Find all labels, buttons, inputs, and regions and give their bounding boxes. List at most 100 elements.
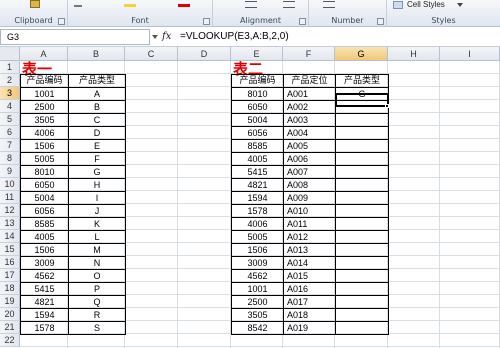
table2-cell[interactable]: A001 bbox=[283, 87, 336, 101]
table1-cell[interactable]: 5004 bbox=[20, 191, 69, 205]
row-header-22[interactable]: 22 bbox=[0, 334, 20, 347]
table2-cell[interactable]: A012 bbox=[283, 230, 336, 244]
table1-cell[interactable]: J bbox=[68, 204, 126, 218]
row-header-12[interactable]: 12 bbox=[0, 204, 20, 217]
name-box-chevron-icon[interactable] bbox=[152, 35, 158, 39]
table1-cell[interactable]: M bbox=[68, 243, 126, 257]
table2-cell[interactable]: A013 bbox=[283, 243, 336, 257]
table1-cell[interactable]: R bbox=[68, 308, 126, 322]
table2-cell[interactable]: A010 bbox=[283, 204, 336, 218]
table2-cell[interactable]: 6050 bbox=[231, 100, 284, 114]
table2-cell[interactable]: 3009 bbox=[231, 256, 284, 270]
table2-cell[interactable]: A015 bbox=[283, 269, 336, 283]
table2-cell[interactable] bbox=[335, 256, 389, 270]
table2-cell[interactable]: 4006 bbox=[231, 217, 284, 231]
name-box[interactable]: G3 bbox=[0, 29, 150, 45]
column-header-e[interactable]: E bbox=[231, 47, 283, 61]
table2-header-cell[interactable]: 产品定位 bbox=[283, 74, 336, 88]
table2-cell[interactable]: 1594 bbox=[231, 191, 284, 205]
table1-cell[interactable]: 4006 bbox=[20, 126, 69, 140]
table1-cell[interactable]: K bbox=[68, 217, 126, 231]
row-header-1[interactable]: 1 bbox=[0, 61, 20, 74]
table2-cell[interactable]: 4562 bbox=[231, 269, 284, 283]
indent-icon[interactable] bbox=[283, 1, 295, 8]
fill-handle[interactable] bbox=[385, 104, 389, 108]
table1-header-cell[interactable]: 产品编码 bbox=[20, 74, 69, 88]
table1-cell[interactable]: G bbox=[68, 165, 126, 179]
table2-cell[interactable]: A003 bbox=[283, 113, 336, 127]
row-header-21[interactable]: 21 bbox=[0, 321, 20, 334]
table1-cell[interactable]: I bbox=[68, 191, 126, 205]
alignment-launcher-icon[interactable] bbox=[299, 18, 306, 25]
formula-input[interactable]: =VLOOKUP(E3,A:B,2,0) bbox=[180, 30, 289, 44]
cell-styles-button[interactable]: Cell Styles bbox=[407, 0, 445, 9]
table2-cell[interactable] bbox=[335, 217, 389, 231]
table2-header-cell[interactable]: 产品编码 bbox=[231, 74, 284, 88]
cell-styles-icon[interactable] bbox=[393, 1, 403, 9]
align-icon[interactable] bbox=[245, 1, 257, 8]
table1-cell[interactable]: P bbox=[68, 282, 126, 296]
table1-header-cell[interactable]: 产品类型 bbox=[68, 74, 126, 88]
row-header-4[interactable]: 4 bbox=[0, 100, 20, 113]
table2-cell[interactable]: A014 bbox=[283, 256, 336, 270]
table2-cell[interactable]: A007 bbox=[283, 165, 336, 179]
table2-cell[interactable]: 5005 bbox=[231, 230, 284, 244]
table2-cell[interactable]: A011 bbox=[283, 217, 336, 231]
column-header-d[interactable]: D bbox=[178, 47, 231, 61]
row-header-10[interactable]: 10 bbox=[0, 178, 20, 191]
row-header-14[interactable]: 14 bbox=[0, 230, 20, 243]
table2-cell[interactable]: A018 bbox=[283, 308, 336, 322]
column-header-i[interactable]: I bbox=[440, 47, 500, 61]
table1-cell[interactable]: 3009 bbox=[20, 256, 69, 270]
table2-cell[interactable] bbox=[335, 282, 389, 296]
table2-cell[interactable]: 6056 bbox=[231, 126, 284, 140]
table1-cell[interactable]: 5415 bbox=[20, 282, 69, 296]
format-painter-icon[interactable] bbox=[30, 0, 40, 8]
table2-cell[interactable] bbox=[335, 113, 389, 127]
row-header-15[interactable]: 15 bbox=[0, 243, 20, 256]
table2-cell[interactable]: A017 bbox=[283, 295, 336, 309]
table1-cell[interactable]: 6056 bbox=[20, 204, 69, 218]
row-header-7[interactable]: 7 bbox=[0, 139, 20, 152]
table1-cell[interactable]: 4005 bbox=[20, 230, 69, 244]
table2-cell[interactable] bbox=[335, 243, 389, 257]
table2-cell[interactable]: 8585 bbox=[231, 139, 284, 153]
table2-cell[interactable] bbox=[335, 204, 389, 218]
table2-cell[interactable]: A004 bbox=[283, 126, 336, 140]
table1-cell[interactable]: S bbox=[68, 321, 126, 335]
table2-cell[interactable]: 5004 bbox=[231, 113, 284, 127]
table2-cell[interactable] bbox=[335, 191, 389, 205]
table2-cell[interactable] bbox=[335, 178, 389, 192]
column-header-b[interactable]: B bbox=[68, 47, 125, 61]
row-header-11[interactable]: 11 bbox=[0, 191, 20, 204]
table2-cell[interactable]: 1578 bbox=[231, 204, 284, 218]
table2-cell[interactable]: 5415 bbox=[231, 165, 284, 179]
table1-cell[interactable]: 1001 bbox=[20, 87, 69, 101]
select-all-corner[interactable] bbox=[0, 47, 20, 61]
row-header-20[interactable]: 20 bbox=[0, 308, 20, 321]
table2-cell[interactable]: A019 bbox=[283, 321, 336, 335]
table2-cell[interactable]: A008 bbox=[283, 178, 336, 192]
table2-header-cell[interactable]: 产品类型 bbox=[335, 74, 389, 88]
table1-cell[interactable]: 8585 bbox=[20, 217, 69, 231]
table2-cell[interactable]: 4005 bbox=[231, 152, 284, 166]
table2-cell[interactable]: 8542 bbox=[231, 321, 284, 335]
row-header-6[interactable]: 6 bbox=[0, 126, 20, 139]
table2-cell[interactable] bbox=[335, 152, 389, 166]
border-icon[interactable] bbox=[74, 1, 82, 7]
table2-cell[interactable] bbox=[335, 269, 389, 283]
table1-cell[interactable]: B bbox=[68, 100, 126, 114]
table1-cell[interactable]: 1506 bbox=[20, 139, 69, 153]
table2-cell[interactable] bbox=[335, 139, 389, 153]
table1-cell[interactable]: 1594 bbox=[20, 308, 69, 322]
table1-cell[interactable]: 4821 bbox=[20, 295, 69, 309]
table1-cell[interactable]: 6050 bbox=[20, 178, 69, 192]
fx-icon[interactable]: fx bbox=[162, 31, 171, 42]
table1-cell[interactable]: Q bbox=[68, 295, 126, 309]
number-launcher-icon[interactable] bbox=[377, 18, 384, 25]
table2-cell[interactable]: 8010 bbox=[231, 87, 284, 101]
table1-cell[interactable]: H bbox=[68, 178, 126, 192]
row-header-5[interactable]: 5 bbox=[0, 113, 20, 126]
table1-cell[interactable]: N bbox=[68, 256, 126, 270]
decimal-icon[interactable] bbox=[323, 1, 335, 8]
